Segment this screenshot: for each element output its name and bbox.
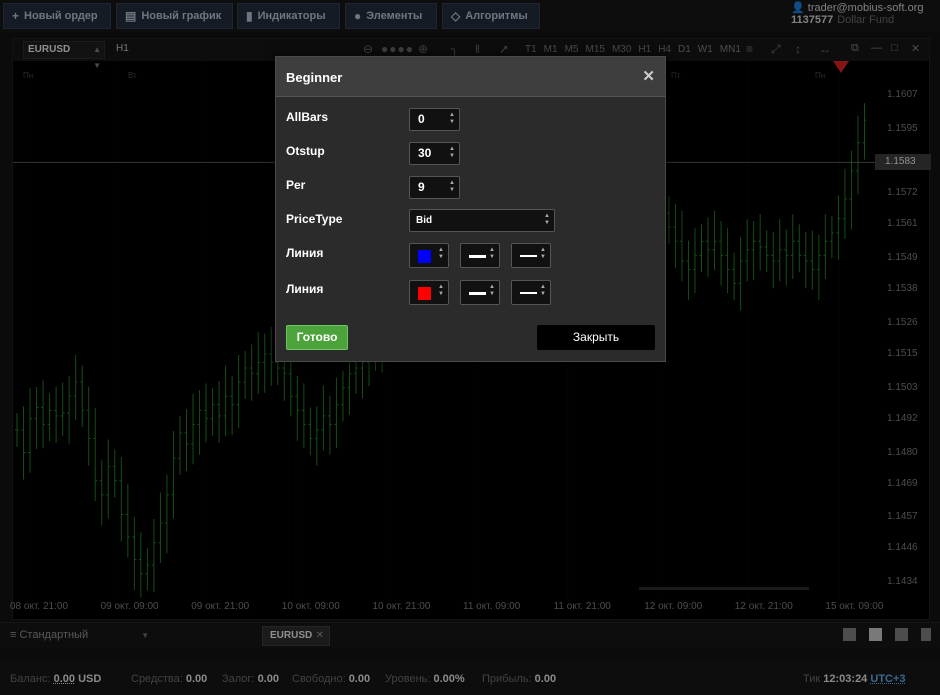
updown-icon: ▲ ▼: [489, 247, 495, 260]
param-label-allbars: AllBars: [286, 110, 329, 124]
pricetype-select[interactable]: Bid ▲ ▼: [409, 209, 555, 232]
dialog-header: Beginner ✕: [276, 57, 665, 97]
per-input[interactable]: 9 ▲ ▼: [409, 176, 460, 199]
param-label-pricetype: PriceType: [286, 212, 343, 226]
color-swatch: [418, 250, 431, 263]
updown-icon: ▲ ▼: [489, 284, 495, 297]
close-button[interactable]: Закрыть: [537, 325, 655, 350]
line-2-width-select[interactable]: ▲ ▼: [460, 280, 500, 305]
line-1-style-select[interactable]: ▲ ▼: [511, 243, 551, 268]
param-label-line-2: Линия: [286, 282, 324, 296]
line-2-color-picker[interactable]: ▲ ▼: [409, 280, 449, 305]
pricetype-value: Bid: [416, 215, 433, 226]
otstup-value: 30: [418, 146, 432, 160]
line-1-color-picker[interactable]: ▲ ▼: [409, 243, 449, 268]
line-style-icon: [520, 255, 537, 257]
updown-icon: ▲ ▼: [540, 247, 546, 260]
line-width-icon: [469, 292, 486, 295]
dialog-title: Beginner: [286, 70, 343, 85]
allbars-value: 0: [418, 112, 425, 126]
close-icon[interactable]: ✕: [642, 67, 655, 85]
color-swatch: [418, 287, 431, 300]
line-1-width-select[interactable]: ▲ ▼: [460, 243, 500, 268]
updown-icon: ▲ ▼: [438, 247, 444, 260]
param-label-otstup: Otstup: [286, 144, 325, 158]
param-label-line-1: Линия: [286, 246, 324, 260]
updown-icon: ▲ ▼: [544, 213, 550, 226]
param-label-per: Per: [286, 178, 306, 192]
line-style-icon: [520, 292, 537, 294]
spinner-icon[interactable]: ▲ ▼: [449, 180, 455, 194]
updown-icon: ▲ ▼: [540, 284, 546, 297]
line-width-icon: [469, 255, 486, 258]
indicator-settings-dialog: Beginner ✕ AllBars 0 ▲ ▼ Otstup 30 ▲ ▼ Per…: [275, 56, 666, 362]
line-2-style-select[interactable]: ▲ ▼: [511, 280, 551, 305]
otstup-input[interactable]: 30 ▲ ▼: [409, 142, 460, 165]
done-button[interactable]: Готово: [286, 325, 348, 350]
spinner-icon[interactable]: ▲ ▼: [449, 146, 455, 160]
updown-icon: ▲ ▼: [438, 284, 444, 297]
spinner-icon[interactable]: ▲ ▼: [449, 112, 455, 126]
per-value: 9: [418, 180, 425, 194]
allbars-input[interactable]: 0 ▲ ▼: [409, 108, 460, 131]
